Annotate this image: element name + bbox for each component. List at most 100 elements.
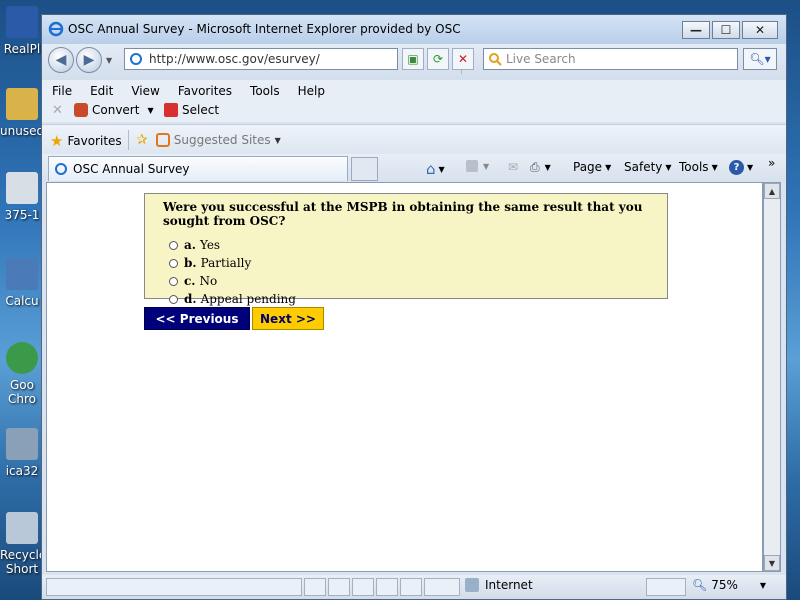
- scroll-down-button[interactable]: ▼: [764, 555, 780, 571]
- menu-favorites[interactable]: Favorites: [178, 84, 232, 98]
- recycle-bin-icon: [6, 512, 38, 544]
- calculator-icon: [6, 258, 38, 290]
- desktop-icon-calculator[interactable]: Calcu: [0, 258, 44, 308]
- menu-help[interactable]: Help: [298, 84, 325, 98]
- convert-icon: [74, 103, 88, 117]
- maximize-button[interactable]: ☐: [712, 21, 740, 39]
- radio-button[interactable]: [169, 276, 178, 286]
- option-letter: d.: [184, 292, 197, 306]
- compatibility-icon: ▣: [407, 52, 419, 66]
- compatibility-view-button[interactable]: ▣: [402, 48, 424, 70]
- desktop-icon-realplayer[interactable]: RealPl: [0, 6, 44, 56]
- safety-menu-label: Safety: [624, 160, 663, 174]
- help-button[interactable]: ? ▼: [729, 160, 753, 175]
- refresh-button[interactable]: ⟳: [427, 48, 449, 70]
- help-icon: ?: [729, 160, 744, 175]
- desktop-icon-unused[interactable]: unused: [0, 88, 44, 138]
- history-dropdown[interactable]: ▼: [106, 56, 112, 65]
- desktop-icon-label: 375-1: [4, 208, 40, 222]
- overflow-label: »: [768, 156, 776, 170]
- print-button[interactable]: ⎙ ▼: [530, 160, 551, 175]
- menu-file[interactable]: File: [52, 84, 72, 98]
- option-yes[interactable]: a. Yes: [163, 236, 667, 254]
- option-letter: a.: [184, 238, 196, 252]
- desktop-icon-chrome[interactable]: Goo Chro: [0, 342, 44, 406]
- close-button[interactable]: ✕: [742, 21, 778, 39]
- radio-button[interactable]: [169, 258, 178, 268]
- desktop-icon-label: unused: [0, 124, 44, 138]
- new-tab-button[interactable]: [351, 157, 378, 181]
- tab-osc-annual-survey[interactable]: OSC Annual Survey: [48, 156, 348, 181]
- back-button[interactable]: ◀: [48, 47, 74, 73]
- stop-button[interactable]: ✕: [452, 48, 474, 70]
- folder-icon: [6, 88, 38, 120]
- page-icon: [130, 53, 142, 65]
- option-letter: b.: [184, 256, 197, 270]
- option-appeal-pending[interactable]: d. Appeal pending: [163, 290, 667, 308]
- chevron-down-icon: ▼: [438, 164, 445, 174]
- status-bar: Internet 🔍︎ 75% ▼: [42, 575, 786, 599]
- realplayer-icon: [6, 6, 38, 38]
- option-partially[interactable]: b. Partially: [163, 254, 667, 272]
- search-provider-icon: [489, 53, 502, 66]
- status-panel: [304, 578, 326, 596]
- document-icon: [6, 172, 38, 204]
- address-field[interactable]: http://www.osc.gov/esurvey/ ▼: [124, 48, 474, 74]
- refresh-icon: ⟳: [432, 52, 444, 66]
- feeds-button[interactable]: ▼: [466, 160, 489, 172]
- magnifier-icon: 🔍︎▾: [749, 52, 771, 66]
- menu-view[interactable]: View: [131, 84, 159, 98]
- suggested-sites-label: Suggested Sites: [173, 133, 271, 147]
- star-icon: ★: [50, 132, 64, 150]
- read-mail-button[interactable]: ✉: [508, 160, 518, 174]
- safety-menu-button[interactable]: Safety ▼: [624, 160, 672, 174]
- desktop-icon-label: Calcu: [5, 294, 39, 308]
- desktop-icon-recycle[interactable]: Recycle Short: [0, 512, 44, 576]
- select-button[interactable]: Select: [164, 103, 219, 117]
- chevron-down-icon: ▼: [147, 105, 154, 115]
- desktop-icon-label: Recycle Short: [0, 548, 44, 576]
- scroll-up-button[interactable]: ▲: [764, 183, 780, 199]
- command-overflow-button[interactable]: »: [768, 156, 775, 170]
- home-button[interactable]: ⌂ ▼: [426, 160, 445, 178]
- menu-tools[interactable]: Tools: [250, 84, 280, 98]
- favorites-button[interactable]: ★ Favorites: [50, 132, 122, 150]
- desktop-icon-ica32[interactable]: ica32: [0, 428, 44, 478]
- menu-edit[interactable]: Edit: [90, 84, 113, 98]
- status-panel: [400, 578, 422, 596]
- status-panel: [328, 578, 350, 596]
- zoom-control[interactable]: 🔍︎ 75% ▼: [692, 578, 766, 592]
- chevron-down-icon: ▼: [274, 135, 281, 145]
- page-menu-button[interactable]: Page ▼: [573, 160, 611, 174]
- close-toolbar-icon[interactable]: ✕: [52, 103, 63, 118]
- radio-button[interactable]: [169, 294, 178, 304]
- chevron-down-icon: ▼: [544, 163, 551, 172]
- home-icon: ⌂: [426, 160, 436, 178]
- tools-menu-button[interactable]: Tools ▼: [679, 160, 718, 174]
- title-bar[interactable]: OSC Annual Survey - Microsoft Internet E…: [42, 15, 786, 45]
- chevron-down-icon: ▼: [483, 161, 490, 171]
- suggested-sites-button[interactable]: ✰ Suggested Sites ▼: [136, 132, 281, 148]
- convert-button[interactable]: Convert ▼: [74, 103, 154, 117]
- option-text: Yes: [199, 238, 221, 252]
- next-button[interactable]: Next >>: [252, 307, 324, 330]
- minimize-button[interactable]: —: [682, 21, 710, 39]
- status-panel: [376, 578, 398, 596]
- option-no[interactable]: c. No: [163, 272, 667, 290]
- security-zone[interactable]: Internet: [465, 578, 533, 592]
- back-arrow-icon: ◀: [55, 52, 67, 68]
- radio-button[interactable]: [169, 240, 178, 250]
- add-favorite-icon: ✰: [136, 132, 148, 148]
- search-button[interactable]: 🔍︎▾: [743, 48, 777, 70]
- menu-bar: File Edit View Favorites Tools Help: [42, 80, 786, 102]
- desktop-icon-document[interactable]: 375-1: [0, 172, 44, 222]
- vertical-scrollbar[interactable]: ▲ ▼: [763, 182, 781, 572]
- favorites-separator: [128, 130, 129, 150]
- page-content: Were you successful at the MSPB in obtai…: [46, 182, 763, 572]
- search-input[interactable]: Live Search: [483, 48, 738, 70]
- survey-question: Were you successful at the MSPB in obtai…: [163, 200, 643, 228]
- search-placeholder: Live Search: [506, 52, 576, 66]
- option-letter: c.: [184, 274, 196, 288]
- forward-button[interactable]: ▶: [76, 47, 102, 73]
- previous-button[interactable]: << Previous: [144, 307, 250, 330]
